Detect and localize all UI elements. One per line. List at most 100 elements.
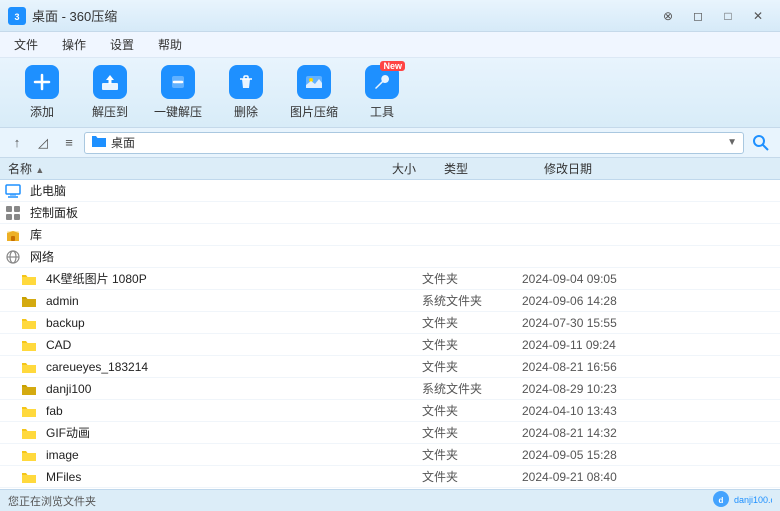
table-row[interactable]: music 文件夹 2024-03-30 15:32: [0, 488, 780, 489]
add-icon: [25, 65, 59, 99]
one-extract-button[interactable]: 一键解压: [146, 62, 210, 124]
table-row[interactable]: 网络: [0, 246, 780, 268]
file-icon: [20, 336, 38, 354]
img-compress-icon: [297, 65, 331, 99]
menu-file[interactable]: 文件: [8, 34, 44, 55]
window-title: 桌面 - 360压缩: [32, 6, 117, 25]
minimize-button[interactable]: ⊗: [654, 5, 682, 27]
search-button[interactable]: [748, 132, 774, 154]
app-icon: 3: [8, 7, 26, 25]
dropdown-arrow-icon: ▼: [727, 137, 737, 148]
col-name-header[interactable]: 名称 ▲: [4, 160, 364, 177]
table-row[interactable]: image 文件夹 2024-09-05 15:28: [0, 444, 780, 466]
file-name: backup: [4, 314, 342, 332]
file-icon: [20, 402, 38, 420]
file-date: 2024-08-21 16:56: [522, 360, 662, 374]
close-button[interactable]: ✕: [744, 5, 772, 27]
menu-settings[interactable]: 设置: [104, 34, 140, 55]
file-name: GIF动画: [4, 424, 342, 442]
file-name: 控制面板: [4, 204, 342, 222]
table-row[interactable]: MFiles 文件夹 2024-09-21 08:40: [0, 466, 780, 488]
title-bar: 3 桌面 - 360压缩 ⊗ ◻ □ ✕: [0, 0, 780, 32]
path-text: 桌面: [111, 134, 723, 151]
delete-button[interactable]: 删除: [214, 62, 278, 124]
status-bar: 您正在浏览文件夹 d danji100.com: [0, 489, 780, 511]
col-type-header[interactable]: 类型: [444, 160, 544, 177]
file-date: 2024-04-10 13:43: [522, 404, 662, 418]
extract-to-label: 解压到: [92, 103, 128, 120]
file-type: 系统文件夹: [422, 380, 522, 397]
file-date: 2024-09-06 14:28: [522, 294, 662, 308]
file-icon: [4, 182, 22, 200]
file-date: 2024-08-29 10:23: [522, 382, 662, 396]
file-icon: [20, 424, 38, 442]
restore-button[interactable]: ◻: [684, 5, 712, 27]
file-name: 此电脑: [4, 182, 342, 200]
file-icon: [20, 380, 38, 398]
file-name: 4K壁纸图片 1080P: [4, 270, 342, 288]
table-row[interactable]: 控制面板: [0, 202, 780, 224]
tools-button[interactable]: New 工具: [350, 62, 414, 124]
col-size-header[interactable]: 大小: [364, 160, 444, 177]
file-type: 文件夹: [422, 468, 522, 485]
extract-to-icon: [93, 65, 127, 99]
img-compress-button[interactable]: 图片压缩: [282, 62, 346, 124]
file-type: 文件夹: [422, 314, 522, 331]
table-row[interactable]: 4K壁纸图片 1080P 文件夹 2024-09-04 09:05: [0, 268, 780, 290]
file-icon: [4, 248, 22, 266]
back-button[interactable]: ↑: [6, 132, 28, 154]
file-date: 2024-09-11 09:24: [522, 338, 662, 352]
svg-text:danji100.com: danji100.com: [734, 495, 772, 505]
file-name: 网络: [4, 248, 342, 266]
file-name: 库: [4, 226, 342, 244]
file-name: image: [4, 446, 342, 464]
one-extract-label: 一键解压: [154, 103, 202, 120]
toolbar: 添加 解压到 一键解压: [0, 58, 780, 128]
table-row[interactable]: 库: [0, 224, 780, 246]
one-extract-icon: [161, 65, 195, 99]
list-container: 名称 ▲ 大小 类型 修改日期 此电脑 控制面板: [0, 158, 780, 489]
view-list-button[interactable]: ≡: [58, 132, 80, 154]
extract-to-button[interactable]: 解压到: [78, 62, 142, 124]
table-row[interactable]: danji100 系统文件夹 2024-08-29 10:23: [0, 378, 780, 400]
file-icon: [4, 226, 22, 244]
col-date-header[interactable]: 修改日期: [544, 160, 684, 177]
watermark: d danji100.com: [712, 490, 772, 511]
tools-icon: New: [365, 65, 399, 99]
file-list: 此电脑 控制面板 库 网络 4K壁纸图片 1080P: [0, 180, 780, 489]
file-icon: [20, 270, 38, 288]
file-name: careueyes_183214: [4, 358, 342, 376]
file-type: 文件夹: [422, 336, 522, 353]
add-label: 添加: [30, 103, 54, 120]
path-folder-icon: [91, 134, 107, 151]
address-bar: ↑ ◿ ≡ 桌面 ▼: [0, 128, 780, 158]
file-icon: [4, 204, 22, 222]
table-row[interactable]: fab 文件夹 2024-04-10 13:43: [0, 400, 780, 422]
table-row[interactable]: backup 文件夹 2024-07-30 15:55: [0, 312, 780, 334]
file-name: fab: [4, 402, 342, 420]
file-name: CAD: [4, 336, 342, 354]
maximize-button[interactable]: □: [714, 5, 742, 27]
table-row[interactable]: CAD 文件夹 2024-09-11 09:24: [0, 334, 780, 356]
menu-bar: 文件 操作 设置 帮助: [0, 32, 780, 58]
window-controls: ⊗ ◻ □ ✕: [654, 5, 772, 27]
file-icon: [20, 292, 38, 310]
file-icon: [20, 358, 38, 376]
tools-label: 工具: [370, 103, 394, 120]
table-row[interactable]: 此电脑: [0, 180, 780, 202]
delete-icon: [229, 65, 263, 99]
file-icon: [20, 446, 38, 464]
menu-operation[interactable]: 操作: [56, 34, 92, 55]
menu-help[interactable]: 帮助: [152, 34, 188, 55]
new-badge: New: [380, 61, 405, 71]
table-row[interactable]: admin 系统文件夹 2024-09-06 14:28: [0, 290, 780, 312]
table-row[interactable]: GIF动画 文件夹 2024-08-21 14:32: [0, 422, 780, 444]
svg-text:d: d: [719, 496, 724, 505]
file-icon: [20, 314, 38, 332]
file-type: 文件夹: [422, 446, 522, 463]
table-row[interactable]: careueyes_183214 文件夹 2024-08-21 16:56: [0, 356, 780, 378]
add-button[interactable]: 添加: [10, 62, 74, 124]
view-grid-button[interactable]: ◿: [32, 132, 54, 154]
file-icon: [20, 468, 38, 486]
path-box[interactable]: 桌面 ▼: [84, 132, 744, 154]
